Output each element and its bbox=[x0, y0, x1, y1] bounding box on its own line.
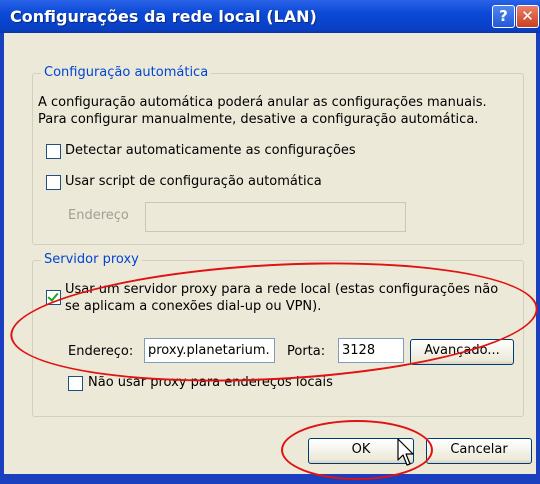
title-bar[interactable]: Configurações da rede local (LAN) ? ✕ bbox=[0, 0, 540, 33]
auto-config-description-line1: A configuração automática poderá anular … bbox=[38, 95, 487, 110]
detect-settings-checkbox[interactable] bbox=[46, 144, 61, 159]
help-button[interactable]: ? bbox=[492, 5, 515, 28]
detect-settings-label[interactable]: Detectar automaticamente as configuraçõe… bbox=[65, 143, 356, 158]
ok-highlight-ellipse bbox=[281, 420, 433, 480]
proxy-legend: Servidor proxy bbox=[41, 252, 142, 267]
auto-script-label[interactable]: Usar script de configuração automática bbox=[65, 174, 322, 189]
window-title: Configurações da rede local (LAN) bbox=[10, 7, 317, 26]
script-address-input[interactable] bbox=[145, 202, 406, 232]
close-button[interactable]: ✕ bbox=[516, 5, 539, 28]
dialog-window: Configurações da rede local (LAN) ? ✕ Co… bbox=[0, 0, 540, 484]
auto-script-checkbox[interactable] bbox=[46, 175, 61, 190]
dialog-body: Configuração automática A configuração a… bbox=[4, 33, 536, 474]
auto-config-legend: Configuração automática bbox=[41, 65, 212, 80]
auto-config-description-line2: Para configurar manualmente, desative a … bbox=[38, 112, 479, 127]
bypass-local-checkbox[interactable] bbox=[68, 376, 83, 391]
cancel-button[interactable]: Cancelar bbox=[426, 438, 532, 464]
script-address-label: Endereço bbox=[68, 208, 129, 223]
